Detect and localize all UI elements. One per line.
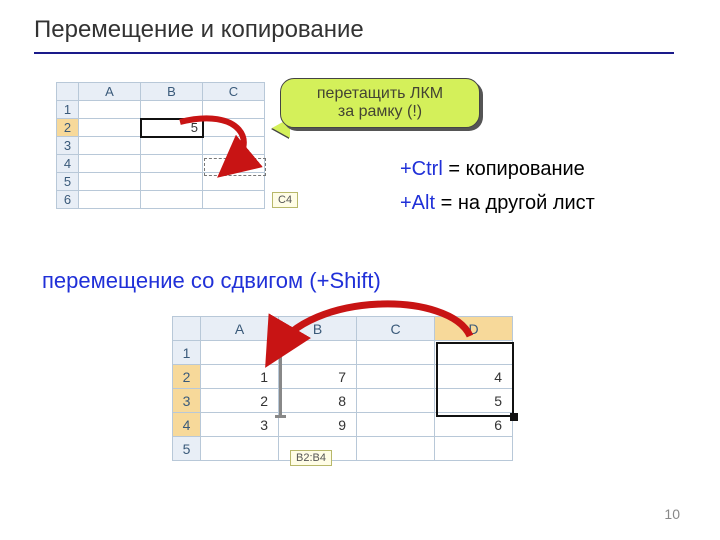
cell: 7 [279, 365, 357, 389]
col-header: D [435, 317, 513, 341]
cell: 1 [201, 365, 279, 389]
callout-drag-hint: перетащить ЛКМ за рамку (!) [280, 78, 480, 128]
insert-bar [279, 342, 282, 417]
insert-bar-cap [275, 340, 286, 343]
col-header: B [279, 317, 357, 341]
row-header: 4 [57, 155, 79, 173]
cell: 9 [279, 413, 357, 437]
corner-cell [173, 317, 201, 341]
cell-b2: 5 [141, 119, 203, 137]
corner-cell [57, 83, 79, 101]
note-alt: +Alt = на другой лист [400, 192, 595, 215]
row-header: 2 [173, 365, 201, 389]
key-ctrl: +Ctrl [400, 158, 443, 180]
key-alt: +Alt [400, 192, 435, 214]
note-ctrl: +Ctrl = копирование [400, 158, 585, 181]
row-header: 3 [57, 137, 79, 155]
row-header: 2 [57, 119, 79, 137]
note-alt-text: = на другой лист [435, 192, 595, 214]
col-header: C [203, 83, 265, 101]
drag-tooltip-bottom: B2:B4 [290, 450, 332, 466]
note-ctrl-text: = копирование [443, 158, 585, 180]
page-number: 10 [664, 506, 680, 522]
subtitle-shift: перемещение со сдвигом (+Shift) [42, 268, 381, 294]
cell: 3 [201, 413, 279, 437]
row-header: 6 [57, 191, 79, 209]
cell: 6 [435, 413, 513, 437]
row-header: 1 [173, 341, 201, 365]
col-header: B [141, 83, 203, 101]
col-header: A [79, 83, 141, 101]
spreadsheet-bottom: A B C D 1 2 1 7 4 3 2 8 5 4 3 9 6 5 [172, 316, 513, 461]
title-underline [34, 52, 674, 54]
insert-bar-cap [275, 415, 286, 418]
callout-line1: перетащить ЛКМ [317, 85, 443, 102]
cell: 5 [435, 389, 513, 413]
cell: 8 [279, 389, 357, 413]
row-header: 5 [173, 437, 201, 461]
row-header: 3 [173, 389, 201, 413]
col-header: A [201, 317, 279, 341]
callout-line2: за рамку (!) [338, 103, 422, 120]
row-header: 5 [57, 173, 79, 191]
cell: 4 [435, 365, 513, 389]
row-header: 4 [173, 413, 201, 437]
drag-tooltip-top: C4 [272, 192, 298, 208]
row-header: 1 [57, 101, 79, 119]
spreadsheet-top: A B C 1 2 5 3 4 5 6 [56, 82, 265, 209]
page-title: Перемещение и копирование [34, 16, 364, 44]
cell: 2 [201, 389, 279, 413]
col-header: C [357, 317, 435, 341]
